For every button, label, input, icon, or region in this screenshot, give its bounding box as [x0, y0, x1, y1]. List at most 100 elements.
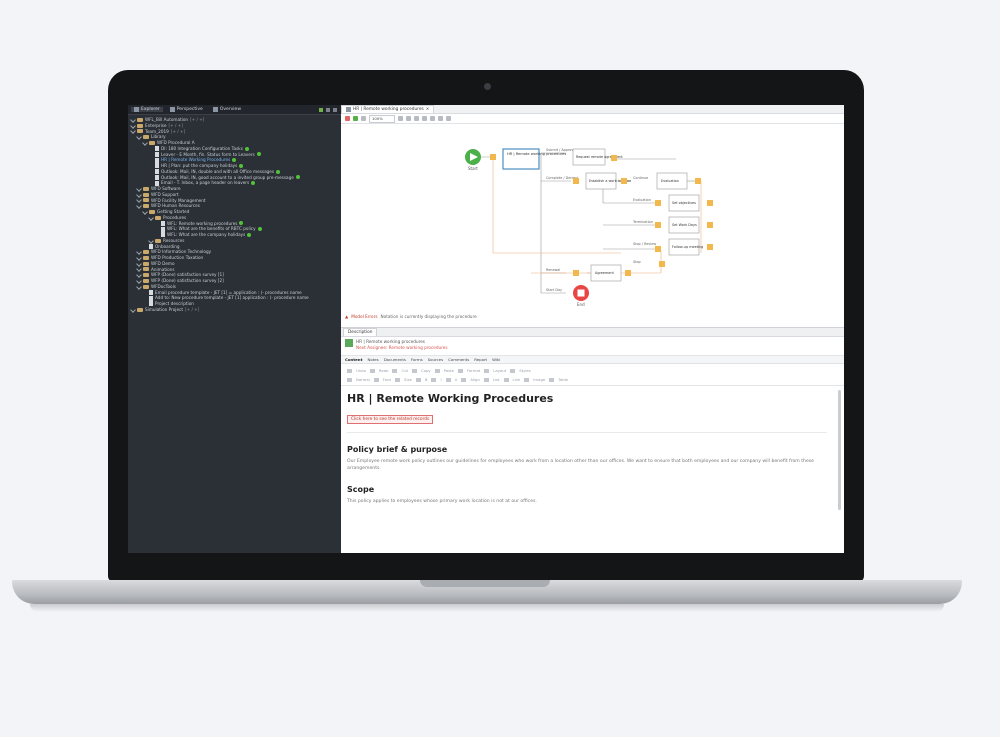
subtab-forms[interactable]: Forms: [411, 357, 423, 362]
toolbar-icon[interactable]: [524, 377, 530, 382]
svg-text:End: End: [577, 302, 585, 307]
sync-icon[interactable]: [319, 107, 323, 112]
toolbar-item[interactable]: Table: [558, 377, 568, 382]
toolbar-item[interactable]: Align: [470, 377, 480, 382]
tab-remote-working[interactable]: HR | Remote working procedures ×: [341, 105, 435, 113]
toolbar-item[interactable]: Size: [404, 377, 412, 382]
gateway[interactable]: [707, 244, 713, 250]
svg-text:Follow-up meeting: Follow-up meeting: [672, 245, 703, 249]
toolbar-icon[interactable]: [392, 368, 398, 373]
toolbar-item[interactable]: Cut: [401, 368, 408, 373]
toolbar-icon[interactable]: [457, 368, 463, 373]
document-body[interactable]: HR | Remote Working Procedures Click her…: [347, 388, 833, 548]
subtab-comments[interactable]: Comments: [448, 357, 469, 362]
tree-item[interactable]: Simulation Project [+ / +]: [128, 307, 341, 313]
status-icon: [256, 152, 261, 157]
toolbar-icon[interactable]: [395, 377, 401, 382]
subtab-documents[interactable]: Documents: [384, 357, 406, 362]
vertical-scrollbar[interactable]: [838, 390, 841, 510]
gateway[interactable]: [659, 261, 665, 267]
zoom-in-icon[interactable]: [398, 116, 403, 121]
toolbar-icon[interactable]: [510, 368, 516, 373]
subtab-notes[interactable]: Notes: [367, 357, 378, 362]
gateway[interactable]: [655, 246, 661, 252]
toolbar-item[interactable]: Copy: [421, 368, 431, 373]
toolbar-icon[interactable]: [484, 368, 490, 373]
settings-icon[interactable]: [446, 116, 451, 121]
subtab-wiki[interactable]: Wiki: [492, 357, 500, 362]
toolbar-icon[interactable]: [373, 377, 379, 382]
toolbar-item[interactable]: B: [425, 377, 428, 382]
description-subtabs: Content Notes Documents Forms Sources Co…: [341, 356, 844, 364]
document-icon: [155, 163, 159, 169]
related-records-link[interactable]: Click here to see the related records: [347, 415, 434, 424]
toolbar-icon[interactable]: [369, 368, 375, 373]
gateway[interactable]: [573, 178, 579, 184]
align-icon[interactable]: [414, 116, 419, 121]
collapse-icon[interactable]: [326, 107, 330, 112]
filter-icon[interactable]: [333, 107, 337, 112]
toolbar-item[interactable]: U: [455, 377, 458, 382]
toolbar-item[interactable]: Font: [383, 377, 391, 382]
toolbar-icon[interactable]: [434, 368, 440, 373]
toolbar-icon[interactable]: [461, 377, 467, 382]
toolbar-icon[interactable]: [347, 377, 352, 382]
svg-text:Stop / Review: Stop / Review: [633, 242, 656, 246]
gateway[interactable]: [707, 200, 713, 206]
toolbar-icon[interactable]: [503, 377, 509, 382]
tab-description[interactable]: Description: [343, 328, 378, 336]
gateway[interactable]: [655, 222, 661, 228]
subtab-content[interactable]: Content: [345, 357, 362, 362]
toolbar-item[interactable]: Image: [533, 377, 545, 382]
export-icon[interactable]: [430, 116, 435, 121]
gateway[interactable]: [625, 270, 631, 276]
toolbar-icon[interactable]: [431, 377, 437, 382]
toolbar-icon[interactable]: [549, 377, 555, 382]
svg-text:Evaluation: Evaluation: [661, 179, 679, 183]
toolbar-icon[interactable]: [445, 377, 451, 382]
gateway[interactable]: [621, 178, 627, 184]
folder-icon: [155, 215, 161, 220]
toolbar-item[interactable]: Link: [513, 377, 521, 382]
toolbar-icon[interactable]: [347, 368, 352, 373]
toolbar-item[interactable]: List: [493, 377, 500, 382]
toolbar-icon[interactable]: [415, 377, 421, 382]
print-icon[interactable]: [438, 116, 443, 121]
zoom-out-icon[interactable]: [406, 116, 411, 121]
chevron-icon[interactable]: [130, 306, 136, 313]
toolbar-item[interactable]: Styles: [519, 368, 531, 373]
gateway[interactable]: [490, 154, 496, 160]
gateway[interactable]: [695, 178, 701, 184]
toolbar-item[interactable]: Paste: [444, 368, 454, 373]
folder-icon: [137, 307, 143, 312]
gateway[interactable]: [611, 155, 617, 161]
zoom-select[interactable]: 100%: [369, 114, 395, 123]
toolbar-icon[interactable]: [483, 377, 489, 382]
toolbar-item[interactable]: Layout: [493, 368, 506, 373]
subtab-sources[interactable]: Sources: [428, 357, 443, 362]
subtab-report[interactable]: Report: [474, 357, 487, 362]
gateway[interactable]: [573, 270, 579, 276]
svg-text:Termination: Termination: [632, 220, 653, 224]
status-icon: [295, 175, 300, 180]
gateway[interactable]: [655, 200, 661, 206]
gateway[interactable]: [707, 222, 713, 228]
toolbar-icon[interactable]: [412, 368, 418, 373]
close-icon[interactable]: ×: [426, 106, 430, 113]
toolbar-item[interactable]: Redo: [379, 368, 389, 373]
toolbar-row: Normal Font Size B I U Align List Link Image Table: [347, 375, 838, 384]
tab-explorer[interactable]: Explorer: [131, 107, 163, 112]
layout-icon[interactable]: [422, 116, 427, 121]
document-icon: [161, 232, 165, 238]
toolbar-item[interactable]: Format: [467, 368, 480, 373]
document-icon: [149, 295, 153, 301]
tab-overview[interactable]: Overview: [210, 107, 244, 112]
stop-icon[interactable]: [345, 116, 350, 121]
svg-text:Continue: Continue: [633, 176, 648, 180]
toolbar-item[interactable]: Normal: [356, 377, 370, 382]
toolbar-item[interactable]: Undo: [356, 368, 366, 373]
tab-perspective[interactable]: Perspective: [167, 107, 206, 112]
select-icon[interactable]: [361, 116, 366, 121]
toolbar-item[interactable]: I: [440, 377, 441, 382]
run-icon[interactable]: [353, 116, 358, 121]
